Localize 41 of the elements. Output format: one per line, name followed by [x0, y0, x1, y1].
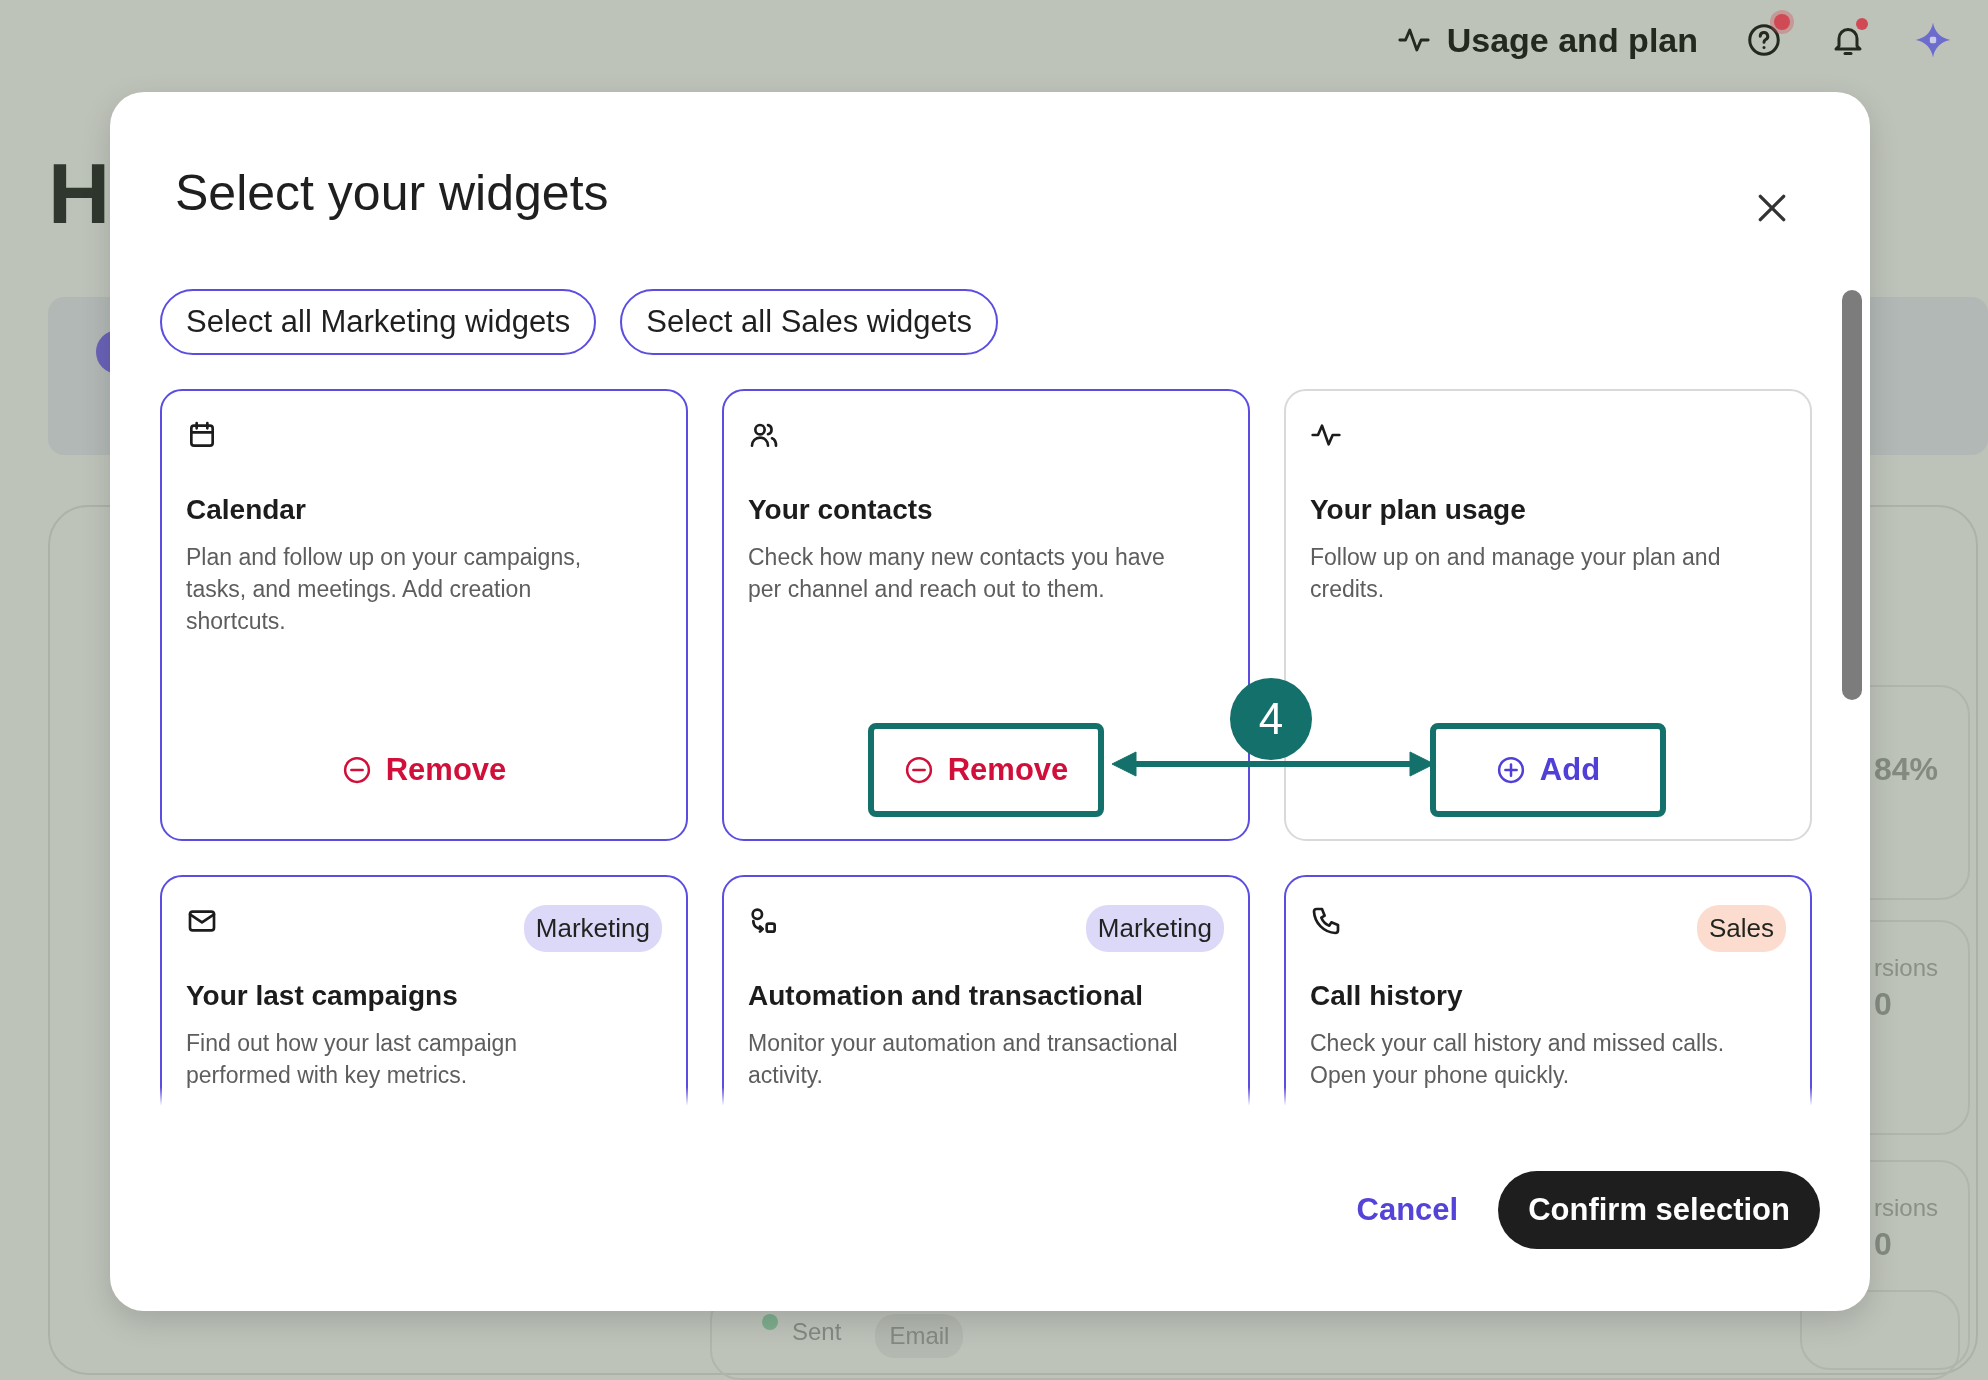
minus-circle-icon — [903, 754, 934, 785]
select-all-button[interactable]: Select all Marketing widgets — [160, 289, 597, 355]
stat-value: 84% — [1874, 751, 1939, 787]
confirm-button[interactable]: Confirm selection — [1498, 1171, 1820, 1249]
minus-circle-icon — [341, 754, 372, 785]
category-tag: Marketing — [523, 904, 662, 952]
legend-label: Sent — [792, 1317, 842, 1347]
widget-description: Plan and follow up on your campaigns, tasks, and meetings. Add creation shortcuts. — [186, 542, 583, 637]
widget-card[interactable]: Calendar Plan and follow up on your campaigns, tasks, and meetings. Add creation shortcuts. Remove — [160, 388, 688, 841]
select-all-button[interactable]: Select all Sales widgets — [620, 289, 998, 355]
widget-card[interactable]: Your plan usage Follow up on and manage your plan and credits. Add — [1284, 388, 1812, 841]
widget-title: Calendar — [186, 492, 307, 527]
widget-title: Your plan usage — [1310, 492, 1527, 527]
widget-title: Automation and transactional — [748, 978, 1145, 1013]
notification-dot — [1774, 14, 1790, 30]
widget-description: Find out how your last campaign performed with key metrics. — [186, 1028, 519, 1091]
widget-title: Call history — [1310, 978, 1464, 1013]
step-number-badge: 4 — [1230, 677, 1312, 760]
stat-value: 0 — [1874, 986, 1892, 1022]
category-tag: Sales — [1696, 904, 1786, 952]
widget-description: Follow up on and manage your plan and credits. — [1310, 542, 1722, 605]
category-tag: Marketing — [1085, 904, 1224, 952]
stat-value: 0 — [1874, 1226, 1892, 1262]
dialog-title: Select your widgets — [175, 166, 609, 221]
widget-title: Your contacts — [748, 492, 934, 527]
widget-description: Check your call history and missed calls. Open your phone quickly. — [1310, 1028, 1726, 1091]
notification-dot — [1856, 18, 1868, 30]
widget-card[interactable]: Your contacts Check how many new contacts you have per channel and reach out to them. Remove — [722, 388, 1250, 841]
plus-circle-icon — [1495, 754, 1526, 785]
page-heading: H — [48, 150, 111, 236]
widget-description: Check how many new contacts you have per channel and reach out to them. — [748, 542, 1166, 605]
cancel-button[interactable]: Cancel — [1356, 1178, 1459, 1242]
widget-title: Your last campaigns — [186, 978, 459, 1013]
widget-description: Monitor your automation and transactional activity. — [748, 1028, 1179, 1091]
help-icon[interactable] — [1746, 22, 1782, 58]
scrollbar-thumb[interactable] — [1842, 290, 1862, 700]
remove-button[interactable]: Remove — [893, 740, 1079, 800]
usage-and-plan-link[interactable]: Usage and plan — [1396, 14, 1698, 66]
diamond-logo-icon[interactable] — [1914, 21, 1952, 59]
add-button[interactable]: Add — [1485, 740, 1611, 800]
remove-button[interactable]: Remove — [331, 740, 517, 800]
